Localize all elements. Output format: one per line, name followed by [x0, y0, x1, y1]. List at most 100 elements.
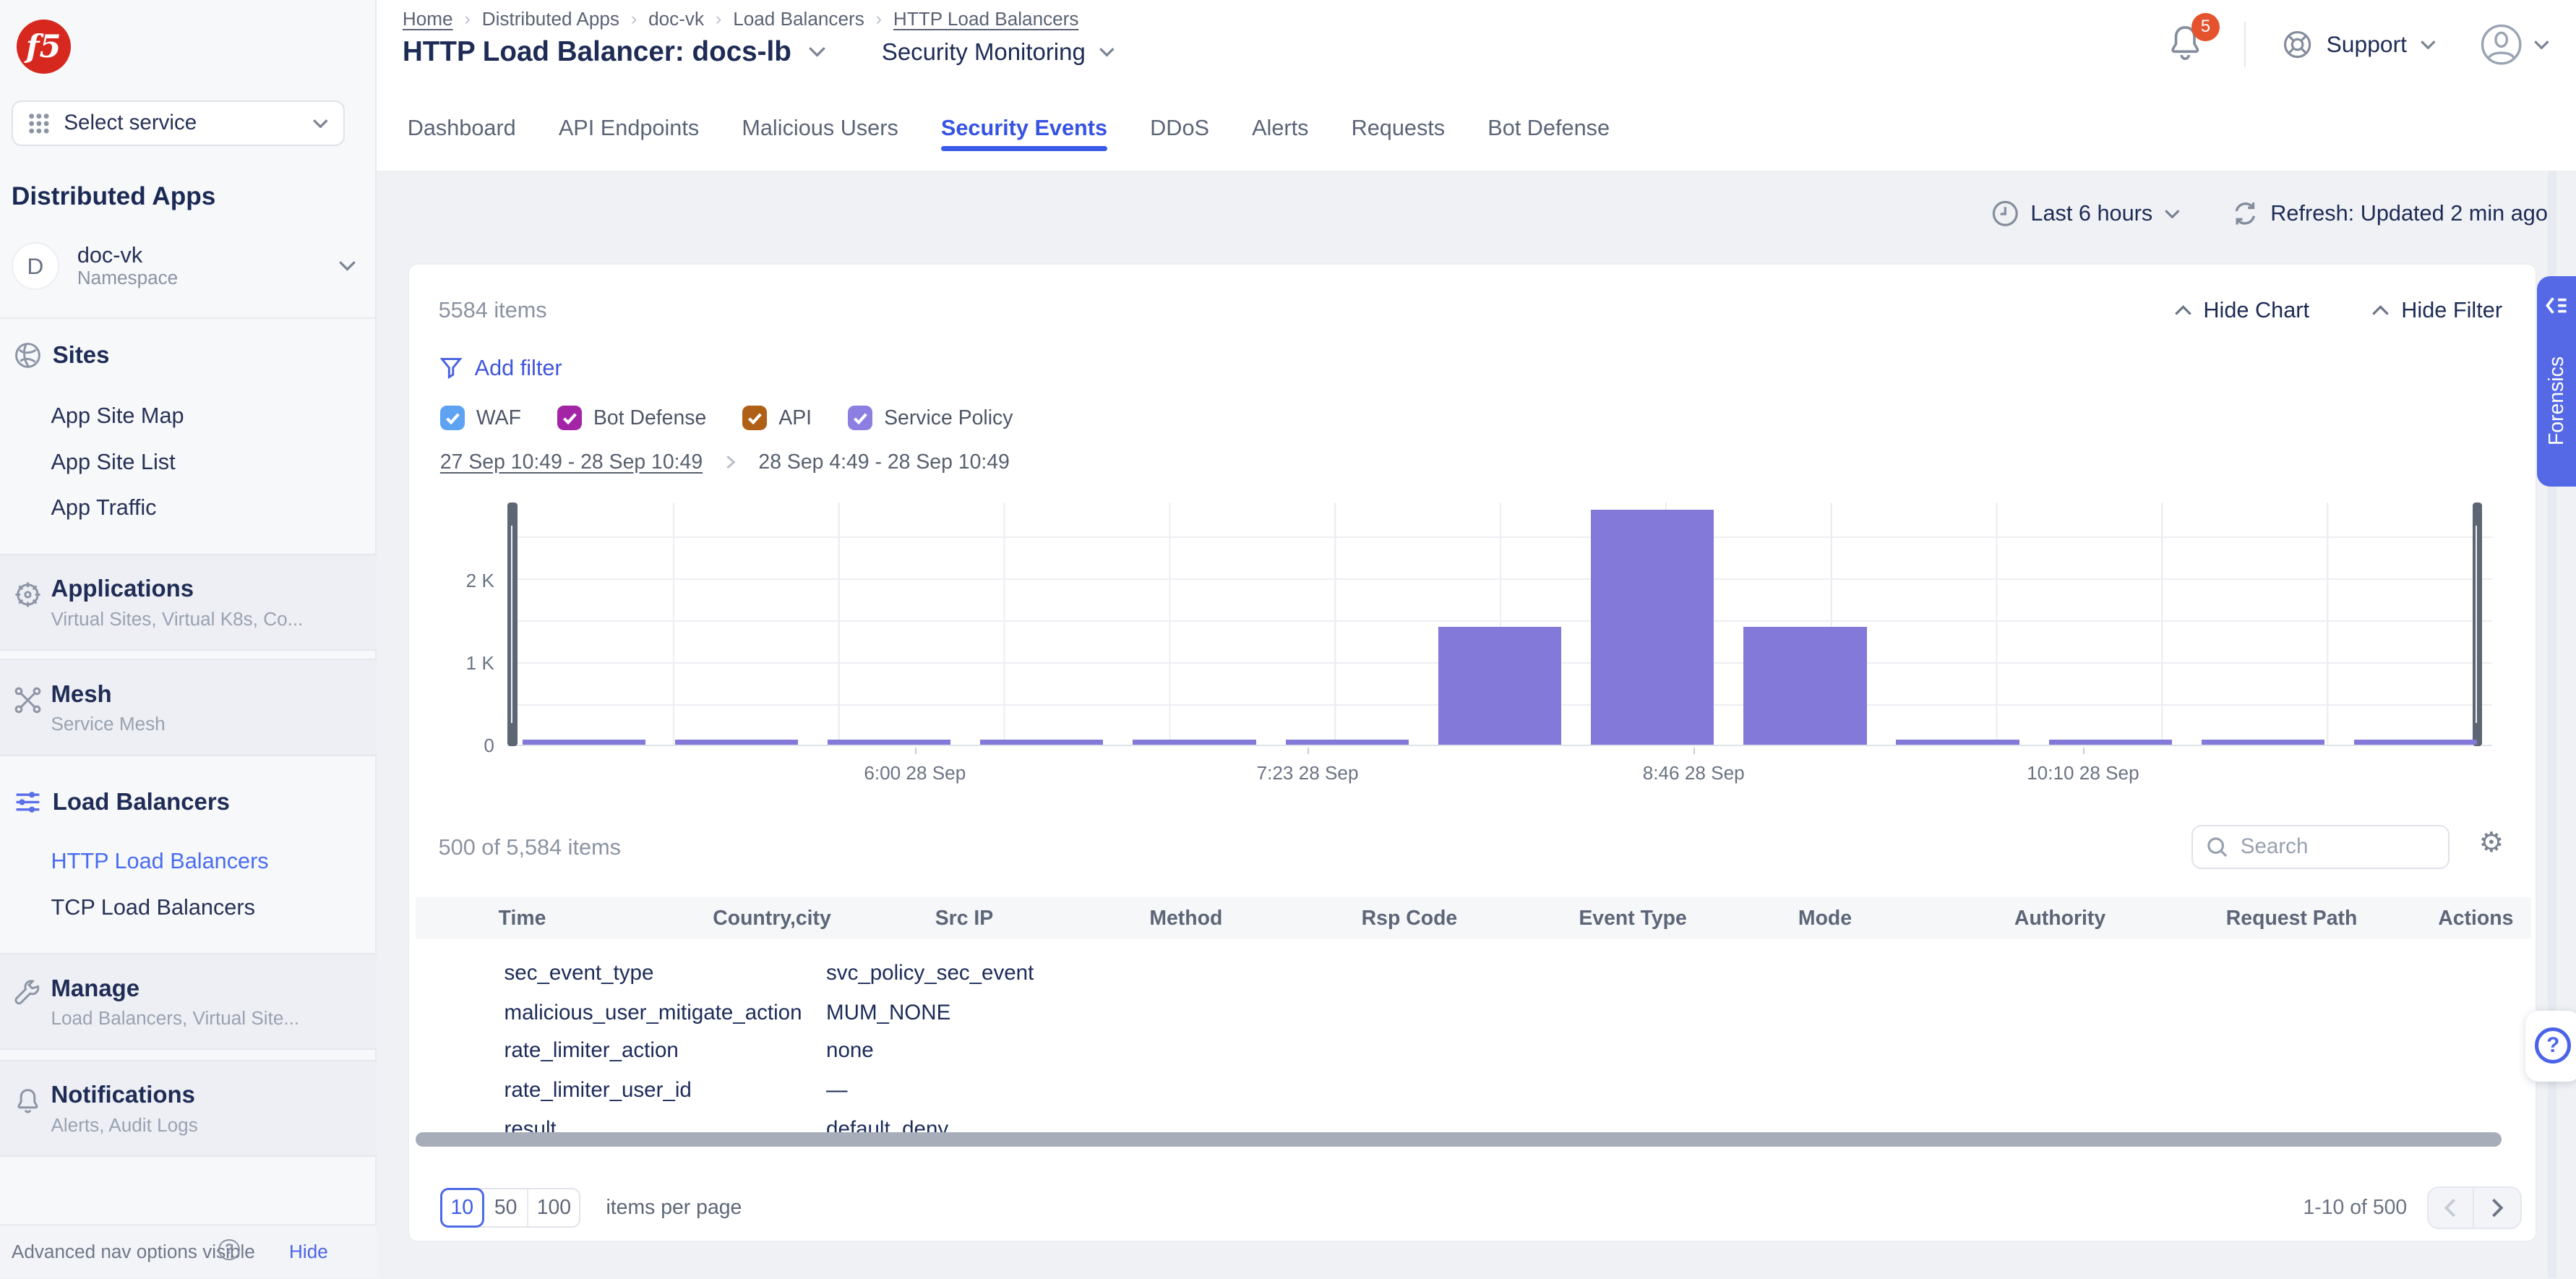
horizontal-scrollbar[interactable]	[416, 1132, 2502, 1147]
user-menu[interactable]	[2479, 22, 2550, 67]
sidebar-item-notifications[interactable]: Notifications Alerts, Audit Logs	[0, 1060, 377, 1157]
sidebar-item-app-site-list[interactable]: App Site List	[51, 449, 175, 475]
tab-malicious-users[interactable]: Malicious Users	[742, 115, 898, 161]
mesh-icon	[13, 685, 43, 715]
table-row[interactable]: rate_limiter_user_id —	[416, 1071, 2532, 1111]
top-header: Home› Distributed Apps› doc-vk› Load Bal…	[377, 0, 2576, 171]
chevron-separator-icon: ›	[631, 9, 637, 30]
settings-gear-icon[interactable]	[2479, 826, 2504, 859]
breadcrumb-distributed-apps[interactable]: Distributed Apps	[482, 8, 619, 30]
security-monitoring-dropdown[interactable]: Security Monitoring	[882, 38, 1115, 66]
forensics-tab-label: Forensics	[2537, 325, 2576, 476]
row-key: rate_limiter_user_id	[505, 1078, 692, 1103]
hide-advanced-nav-link[interactable]: Hide	[289, 1241, 328, 1263]
previous-page-button[interactable]	[2429, 1188, 2475, 1228]
wrench-icon	[13, 979, 43, 1009]
chart-bar	[1286, 740, 1409, 745]
column-header-mode: Mode	[1798, 907, 1852, 931]
column-header-country-city: Country,city	[713, 907, 831, 931]
tab-security-events[interactable]: Security Events	[941, 115, 1107, 161]
brush-handle-left[interactable]	[507, 502, 518, 745]
namespace-selector[interactable]: D doc-vk Namespace	[12, 236, 356, 296]
chart-bar	[980, 740, 1103, 745]
notification-count-badge: 5	[2191, 13, 2220, 41]
select-service-dropdown[interactable]: Select service	[12, 100, 345, 147]
sidebar-item-http-load-balancers[interactable]: HTTP Load Balancers	[51, 848, 268, 874]
page-size-50[interactable]: 50	[484, 1189, 528, 1226]
chart-bar	[523, 740, 645, 745]
breadcrumb-home[interactable]: Home	[403, 8, 453, 30]
page-size-100[interactable]: 100	[528, 1189, 579, 1226]
search-input[interactable]	[2241, 834, 2435, 859]
checkbox-label: Bot Defense	[593, 406, 706, 430]
help-button[interactable]	[2525, 1011, 2576, 1082]
hide-filter-button[interactable]: Hide Filter	[2371, 297, 2502, 323]
f5-logo[interactable]: f5	[17, 20, 71, 74]
chart-bar	[1591, 510, 1714, 745]
title-dropdown[interactable]	[808, 46, 826, 58]
sidebar-item-label: Mesh	[51, 680, 111, 708]
x-axis-label-4: 10:10 28 Sep	[2027, 762, 2139, 784]
filter-checkbox-service-policy[interactable]: Service Policy	[848, 406, 1013, 430]
chart-plot	[507, 502, 2492, 745]
checkbox-checked-icon	[557, 406, 582, 430]
tab-api-endpoints[interactable]: API Endpoints	[559, 115, 699, 161]
page-size-10[interactable]: 10	[440, 1188, 484, 1228]
sidebar-item-app-site-map[interactable]: App Site Map	[51, 403, 184, 429]
checkbox-checked-icon	[440, 406, 465, 430]
security-events-panel: 5584 items Hide Chart Hide Filter Add fi…	[408, 263, 2537, 1243]
chart-bar	[1743, 627, 1866, 744]
sidebar-item-sites[interactable]: Sites	[13, 341, 109, 370]
filter-checkbox-bot-defense[interactable]: Bot Defense	[557, 406, 706, 430]
time-range-selector[interactable]: Last 6 hours	[1991, 199, 2181, 228]
filter-checkbox-api[interactable]: API	[742, 406, 812, 430]
next-page-button[interactable]	[2474, 1188, 2520, 1228]
sidebar-item-manage[interactable]: Manage Load Balancers, Virtual Site...	[0, 953, 377, 1050]
tab-bot-defense[interactable]: Bot Defense	[1487, 115, 1610, 161]
tab-alerts[interactable]: Alerts	[1252, 115, 1308, 161]
chevron-up-icon	[2174, 304, 2192, 316]
add-filter-label: Add filter	[475, 355, 562, 381]
sidebar-item-app-traffic[interactable]: App Traffic	[51, 495, 156, 521]
tab-dashboard[interactable]: Dashboard	[408, 115, 516, 161]
chart-bar	[675, 740, 798, 745]
hide-chart-button[interactable]: Hide Chart	[2174, 297, 2310, 323]
table-row[interactable]: rate_limiter_action none	[416, 1032, 2532, 1071]
refresh-button[interactable]: Refresh: Updated 2 min ago	[2231, 199, 2548, 228]
add-filter-button[interactable]: Add filter	[439, 355, 562, 381]
tab-requests[interactable]: Requests	[1352, 115, 1446, 161]
column-header-src-ip: Src IP	[935, 907, 994, 931]
table-row[interactable]: malicious_user_mitigate_action MUM_NONE	[416, 994, 2532, 1034]
breadcrumb-doc-vk[interactable]: doc-vk	[648, 8, 704, 30]
help-tooltip-icon[interactable]	[218, 1239, 240, 1261]
filter-checkbox-waf[interactable]: WAF	[440, 406, 521, 430]
y-axis-tick-1k: 1 K	[422, 652, 494, 675]
support-menu[interactable]: Support	[2282, 29, 2437, 60]
chevron-up-icon	[2371, 304, 2390, 316]
checkbox-checked-icon	[742, 406, 767, 430]
breadcrumb-load-balancers[interactable]: Load Balancers	[733, 8, 864, 30]
chevron-separator-icon: ›	[876, 9, 882, 30]
current-time-window: 28 Sep 4:49 - 28 Sep 10:49	[758, 450, 1009, 474]
row-key: sec_event_type	[505, 961, 654, 985]
breadcrumb-http-load-balancers[interactable]: HTTP Load Balancers	[893, 8, 1079, 30]
page-title: HTTP Load Balancer: docs-lb	[403, 36, 791, 68]
table-row[interactable]: sec_event_type svc_policy_sec_event	[416, 954, 2532, 994]
forensics-drawer-tab[interactable]: Forensics	[2537, 276, 2576, 487]
sidebar-item-load-balancers[interactable]: Load Balancers	[13, 787, 230, 817]
hide-filter-label: Hide Filter	[2401, 297, 2502, 323]
sidebar-item-mesh[interactable]: Mesh Service Mesh	[0, 659, 377, 756]
checkbox-checked-icon	[848, 406, 872, 430]
previous-time-window-link[interactable]: 27 Sep 10:49 - 28 Sep 10:49	[440, 450, 703, 474]
sidebar: f5 Select service Distributed Apps D doc…	[0, 0, 377, 1278]
notifications-bell-button[interactable]: 5	[2165, 22, 2208, 68]
chart-bar	[2202, 740, 2324, 745]
brush-handle-right[interactable]	[2473, 502, 2483, 745]
sidebar-item-applications[interactable]: Applications Virtual Sites, Virtual K8s,…	[0, 554, 377, 651]
tab-ddos[interactable]: DDoS	[1150, 115, 1209, 161]
namespace-avatar: D	[12, 242, 59, 290]
sidebar-item-label: Manage	[51, 975, 139, 1002]
filter-checkbox-row: WAF Bot Defense API Service Policy	[440, 406, 1013, 430]
sidebar-item-tcp-load-balancers[interactable]: TCP Load Balancers	[51, 894, 254, 920]
search-icon	[2206, 836, 2229, 859]
